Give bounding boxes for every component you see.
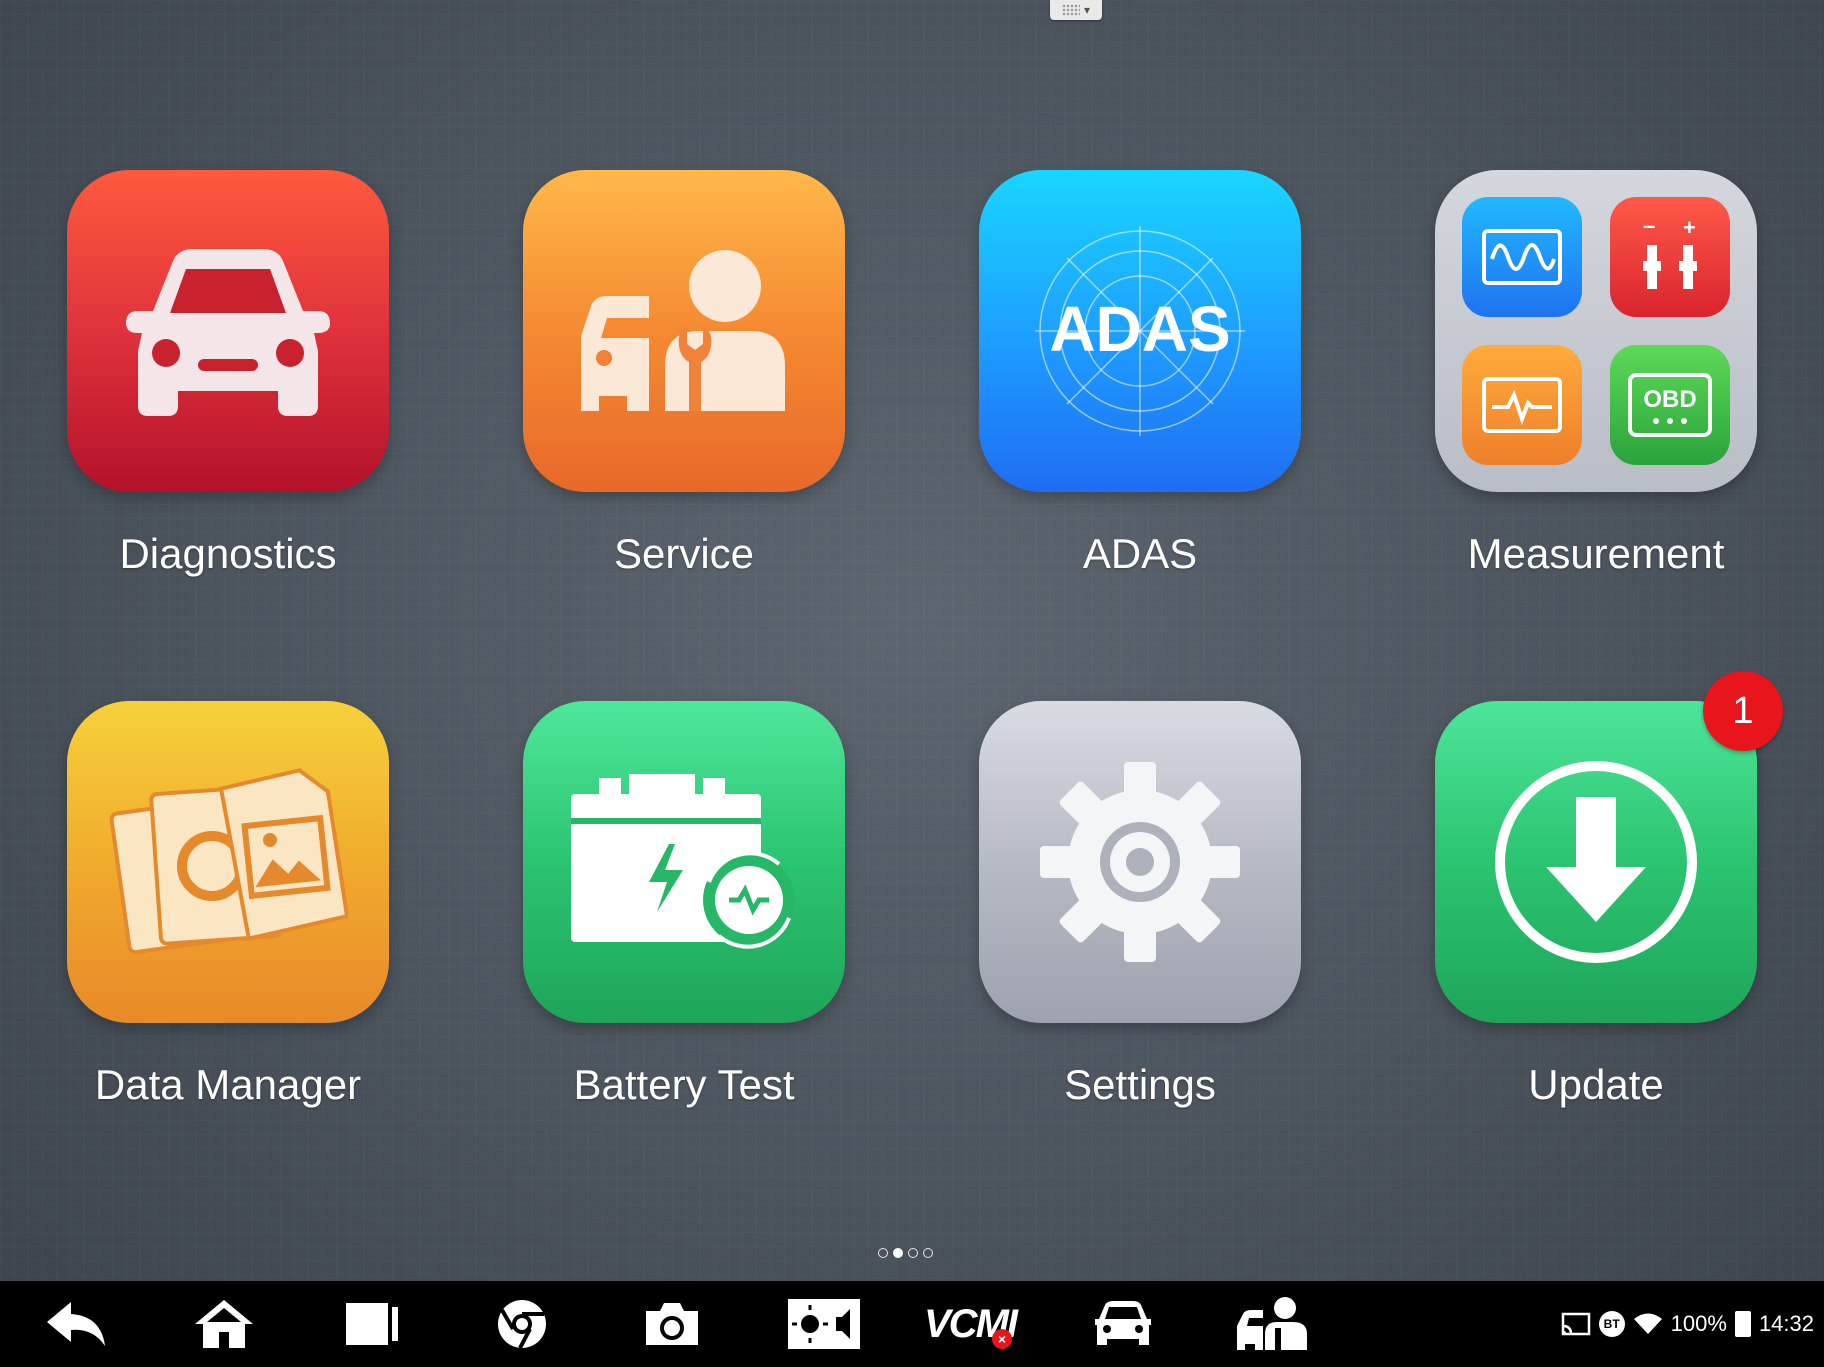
battery-test-icon (571, 774, 795, 949)
page-dot[interactable] (923, 1248, 933, 1258)
service-taskbar-button[interactable] (1234, 1281, 1310, 1367)
page-dot[interactable] (908, 1248, 918, 1258)
app-label: Settings (1064, 1061, 1216, 1108)
top-handle[interactable]: ▾ (1050, 0, 1102, 20)
browser-icon (498, 1300, 546, 1349)
vcmi-disconnected-icon: × (992, 1329, 1012, 1349)
browser-button[interactable] (490, 1281, 554, 1367)
vcmi-button[interactable]: VCMI × (920, 1281, 1020, 1367)
adas-icon: ADAS (1035, 226, 1245, 436)
battery-test-tile[interactable] (523, 701, 845, 1023)
obd-icon: OBD (1610, 345, 1730, 465)
app-adas[interactable]: ADAS ADAS (979, 170, 1301, 578)
status-bar: BT 100% 14:32 (1561, 1281, 1814, 1367)
taskbar: VCMI × BT 100% 14:32 (0, 1281, 1824, 1367)
data-manager-icon (109, 768, 348, 955)
chevron-down-icon: ▾ (1083, 3, 1091, 17)
update-tile[interactable]: 1 (1435, 671, 1783, 1023)
adas-tile[interactable]: ADAS (979, 170, 1301, 492)
display-settings-button[interactable] (786, 1281, 862, 1367)
cast-icon (1561, 1312, 1590, 1336)
app-data-manager[interactable]: Data Manager (67, 701, 389, 1109)
app-battery-test[interactable]: Battery Test (523, 701, 845, 1109)
page-dot-active[interactable] (893, 1248, 903, 1258)
app-update[interactable]: 1 Update (1435, 671, 1783, 1109)
gear-icon (1040, 762, 1240, 962)
app-label: Diagnostics (119, 530, 337, 577)
car-diagnostics-icon (1095, 1301, 1151, 1345)
battery-icon (1734, 1311, 1751, 1337)
oscilloscope-icon (1462, 197, 1582, 317)
back-icon (47, 1302, 105, 1346)
battery-percent: 100% (1670, 1311, 1727, 1336)
clock: 14:32 (1758, 1311, 1814, 1336)
car-front-icon (126, 249, 330, 416)
multimeter-probes-icon: – + (1610, 197, 1730, 317)
svg-text:OBD: OBD (1643, 386, 1696, 413)
bluetooth-icon: BT (1598, 1311, 1625, 1337)
page-indicator (878, 1248, 933, 1258)
page-dot[interactable] (878, 1248, 888, 1258)
recent-apps-button[interactable] (340, 1281, 404, 1367)
service-icon (1237, 1297, 1307, 1350)
svg-text:ADAS: ADAS (1049, 293, 1230, 365)
svg-text:–: – (1643, 217, 1655, 238)
settings-tile[interactable] (979, 701, 1301, 1023)
app-service[interactable]: Service (523, 170, 845, 578)
app-measurement[interactable]: – + OBD Measurement (1435, 170, 1757, 578)
notification-badge: 1 (1703, 671, 1783, 751)
camera-icon (646, 1303, 698, 1345)
service-technician-icon (581, 250, 785, 411)
app-label: Data Manager (94, 1061, 362, 1108)
home-icon (195, 1300, 253, 1348)
data-manager-tile[interactable] (67, 701, 389, 1023)
car-diagnostics-button[interactable] (1090, 1281, 1156, 1367)
app-label: Update (1528, 1061, 1664, 1108)
waveform-icon (1462, 345, 1582, 465)
handle-dots-icon (1061, 4, 1080, 16)
diagnostics-tile[interactable] (67, 170, 389, 492)
app-diagnostics[interactable]: Diagnostics (67, 170, 389, 578)
app-label: Service (613, 530, 755, 577)
back-button[interactable] (40, 1281, 112, 1367)
app-label: ADAS (1082, 530, 1198, 577)
home-button[interactable] (188, 1281, 260, 1367)
measurement-tile[interactable]: – + OBD (1435, 170, 1757, 492)
app-label: Battery Test (573, 1061, 795, 1108)
wifi-icon (1633, 1313, 1662, 1334)
download-icon (1495, 761, 1697, 963)
camera-button[interactable] (640, 1281, 704, 1367)
svg-text:+: + (1683, 217, 1696, 240)
recent-apps-icon (346, 1303, 398, 1345)
app-label: Measurement (1467, 530, 1725, 577)
measurement-folder-icon: – + OBD (1462, 197, 1730, 465)
display-settings-icon (788, 1299, 860, 1349)
app-settings[interactable]: Settings (979, 701, 1301, 1109)
service-tile[interactable] (523, 170, 845, 492)
